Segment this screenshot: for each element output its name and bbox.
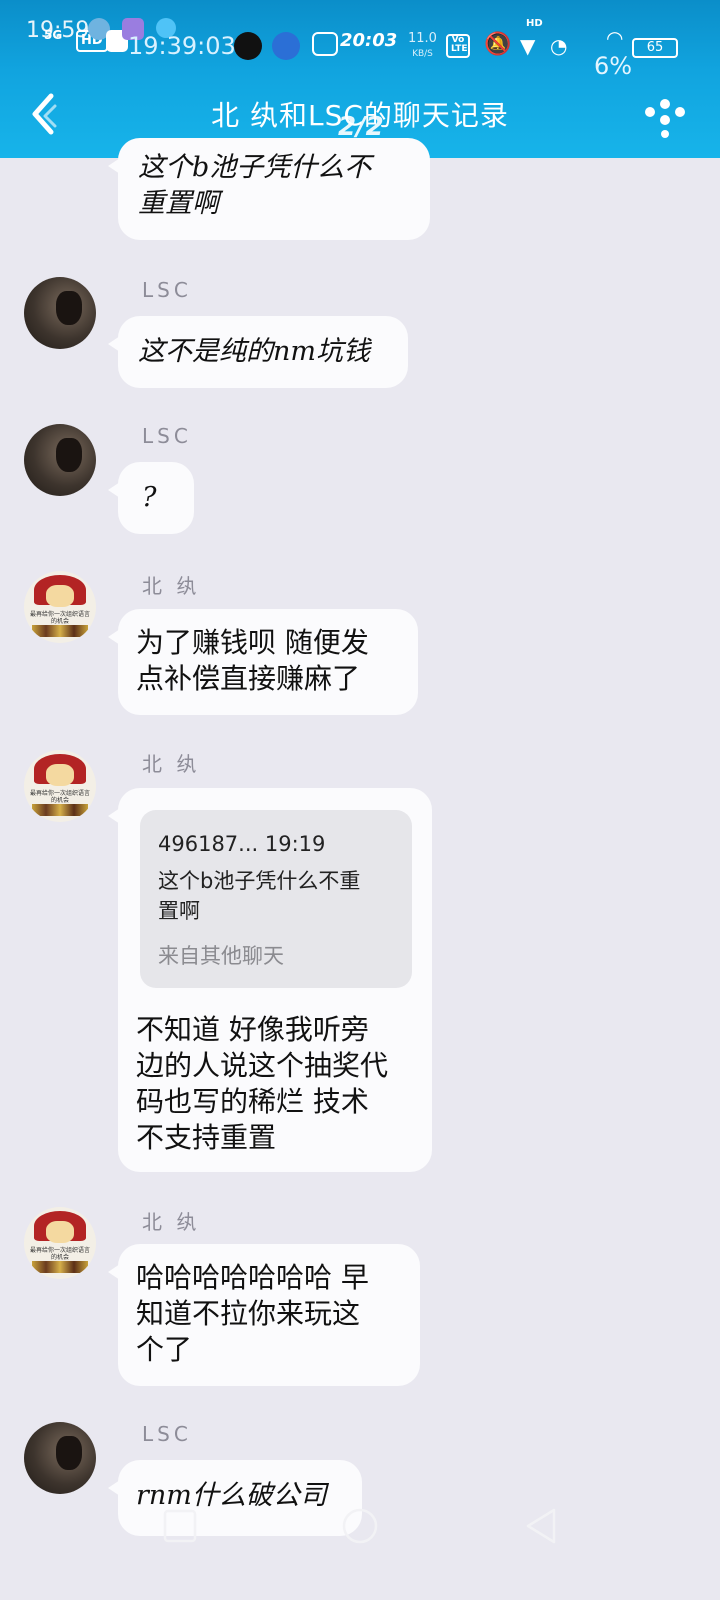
message-line: 哈哈哈哈哈哈哈 早 [136,1261,369,1294]
quote-line: 置啊 [158,899,200,923]
message-text: 不知道 好像我听旁 边的人说这个抽奖代 码也写的稀烂 技术 不支持重置 [136,1012,426,1156]
avatar[interactable]: 最再给你一次组织语言的机会 [24,571,96,643]
sender-name: 北 纨 [142,752,201,776]
avatar-face [46,585,74,607]
message-line: ? [142,482,157,513]
avatar-strip [32,625,88,637]
message-line: 不支持重置 [136,1121,277,1154]
home-button[interactable] [338,1504,382,1548]
message-bubble[interactable]: 496187... 19:19 这个b池子凭什么不重 置啊 来自其他聊天 不知道… [108,788,432,1172]
message-bubble[interactable]: 哈哈哈哈哈哈哈 早 知道不拉你来玩这 个了 [108,1244,420,1386]
message-line: 码也写的稀烂 技术 [136,1085,369,1118]
quote-line: 这个b池子凭什么不重 [158,869,361,893]
avatar-caption: 最再给你一次组织语言的机会 [30,790,91,804]
sender-name: LSC [142,424,192,448]
back-nav-button[interactable] [520,1504,564,1548]
clock-overlay: 19:39:03 [128,32,236,60]
avatar-face [46,1221,74,1243]
message-bubble[interactable]: 为了赚钱呗 随便发 点补偿直接赚麻了 [108,609,418,715]
sender-name: LSC [142,278,192,302]
wallet-icon [312,32,338,56]
message-line: 重置啊 [138,188,219,219]
hd-small: HD [526,18,543,29]
battery-icon: 65 [632,38,678,58]
avatar[interactable]: 最再给你一次组织语言的机会 [24,1207,96,1279]
sender-name: LSC [142,1422,192,1446]
wifi-icon: ◔ [550,34,568,58]
message-line: 点补偿直接赚麻了 [136,662,361,695]
sender-name: 北 纨 [142,574,201,598]
message-bubble[interactable]: 这个b池子凭什么不 重置啊 [108,138,430,240]
sender-name: 北 纨 [142,1210,201,1234]
message-line: 边的人说这个抽奖代 [136,1049,389,1082]
avatar-face [46,764,74,786]
quote-body: 这个b池子凭什么不重 置啊 [158,866,398,926]
dots-menu-icon [645,99,685,138]
message-line: 这个b池子凭什么不 [138,152,372,183]
top-bar: 19:59 5G HD 19:39:03 20:03 11.0 KB/S Vo … [0,0,720,158]
message-bubble[interactable]: ? [108,462,194,534]
quoted-message[interactable]: 496187... 19:19 这个b池子凭什么不重 置啊 来自其他聊天 [140,810,412,988]
signal-icon: ▼ [520,34,536,58]
square-icon [163,1509,197,1543]
message-line: 为了赚钱呗 随便发 [136,626,369,659]
mute-icon: 🔕 [484,32,512,57]
more-button[interactable] [640,90,690,138]
quote-header: 496187... 19:19 [158,832,326,856]
avatar-caption: 最再给你一次组织语言的机会 [30,1247,91,1261]
chat-header: 北 纨和LSC的聊天记录 2/2 [0,86,720,142]
speed-unit: KB/S [412,49,433,59]
app-icon [272,32,300,60]
avatar[interactable] [24,277,96,349]
recents-button[interactable] [158,1504,202,1548]
message-line: 这不是纯的nm坑钱 [138,336,370,367]
wifi-icon: ◠ [606,26,624,50]
avatar[interactable] [24,424,96,496]
circle-icon [342,1508,378,1544]
message-line: 知道不拉你来玩这 [136,1297,361,1330]
system-nav-bar [0,1500,720,1560]
avatar-strip [32,1261,88,1273]
tiktok-icon [234,32,262,60]
message-bubble[interactable]: 这不是纯的nm坑钱 [108,316,408,388]
clock-right: 20:03 [340,30,398,51]
status-bar: 19:59 5G HD 19:39:03 20:03 11.0 KB/S Vo … [0,18,720,80]
message-line: 个了 [136,1333,193,1366]
volte-badge: Vo LTE [446,34,470,58]
net-speed: 11.0 KB/S [408,32,437,61]
chat-area[interactable]: 这个b池子凭什么不 重置啊 LSC 这不是纯的nm坑钱 LSC ? 最再给你一次… [0,138,720,1600]
avatar-strip [32,804,88,816]
battery-percent: 6% [594,52,633,80]
message-line: 不知道 好像我听旁 [136,1013,369,1046]
quote-source: 来自其他聊天 [158,944,284,968]
speed-value: 11.0 [408,31,437,46]
avatar-caption: 最再给你一次组织语言的机会 [30,611,91,625]
network-label: 5G [44,28,63,42]
triangle-back-icon [526,1508,556,1544]
avatar[interactable]: 最再给你一次组织语言的机会 [24,750,96,822]
avatar[interactable] [24,1422,96,1494]
